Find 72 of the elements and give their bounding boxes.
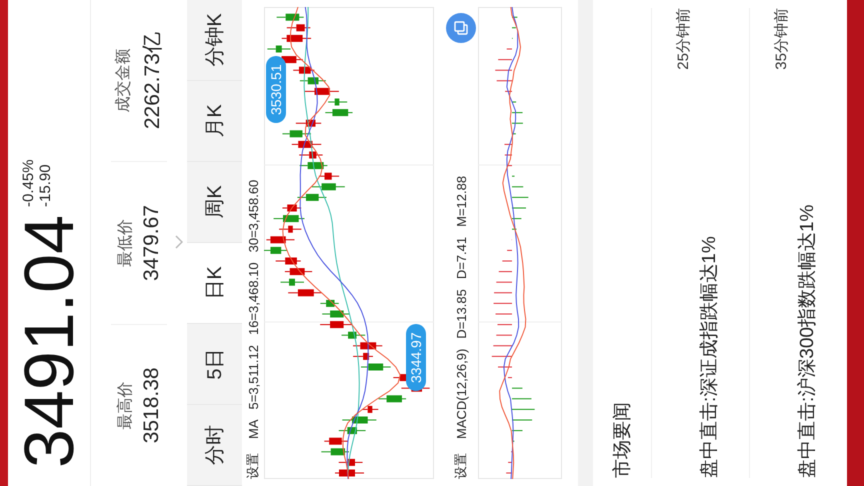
- stat-label: 最低价: [116, 219, 134, 268]
- candlestick: [299, 162, 328, 170]
- candlestick: [338, 458, 364, 466]
- candlestick: [318, 172, 340, 180]
- candlestick: [320, 300, 340, 307]
- indicator-name: MACD(12,26,9): [454, 348, 468, 439]
- candlestick: [362, 406, 379, 413]
- macd-value: D=13.85: [454, 289, 468, 339]
- candlestick: [292, 66, 315, 74]
- candlestick: [296, 194, 327, 201]
- candlestick: [328, 98, 348, 106]
- candlestick: [320, 321, 353, 328]
- min-price-callout: 3344.97: [406, 324, 426, 391]
- candlestick: [341, 332, 366, 339]
- candlestick: [360, 364, 392, 370]
- candlestick: [352, 352, 374, 360]
- section-title: 市场要闻: [611, 401, 634, 478]
- candlestick: [273, 215, 305, 222]
- ma-value: 16=3,468.10: [246, 262, 260, 336]
- news-title: 盘中直击:沪深300指数跌幅达1%: [796, 204, 819, 478]
- stat-value: 3479.67: [140, 205, 164, 281]
- candlestick: [275, 258, 302, 264]
- candlestick: [291, 140, 322, 148]
- candlestick: [264, 246, 288, 254]
- settings-link[interactable]: 设置: [244, 453, 262, 479]
- candlestick: [281, 34, 312, 42]
- macd-value: D=7.41: [454, 236, 468, 280]
- candlestick: [324, 438, 348, 445]
- macd-value: M=12.88: [454, 176, 468, 227]
- candlestick: [278, 226, 302, 233]
- candlestick: [284, 268, 313, 276]
- candlestick: [266, 46, 292, 52]
- stat-label: 最高价: [116, 381, 134, 430]
- candlestick: [282, 130, 312, 138]
- candlestick: [276, 14, 304, 21]
- news-time: 25分钟前: [674, 8, 693, 70]
- candlestick: [266, 236, 295, 244]
- overlapping-squares-button[interactable]: [446, 13, 476, 43]
- news-time: 35分钟前: [772, 8, 791, 70]
- stat-value: 3518.38: [140, 367, 164, 444]
- max-price-callout: 3530.51: [266, 56, 286, 123]
- candlestick: [342, 416, 377, 424]
- candlestick: [338, 427, 366, 434]
- candlestick: [352, 342, 383, 350]
- news-item[interactable]: 盘中直击:深证成指跌幅达1% 25分钟前: [651, 8, 749, 478]
- change-value: -15.90: [37, 163, 54, 207]
- candlestick: [295, 120, 322, 127]
- candlestick: [378, 395, 407, 402]
- candlestick: [304, 88, 340, 95]
- indicator-name: MA: [246, 420, 260, 439]
- period-tab[interactable]: 日K: [187, 243, 242, 324]
- ma-value: 30=3,458.60: [246, 180, 260, 252]
- candlestick: [299, 77, 326, 84]
- ma-value: 5=3,511.12: [246, 345, 260, 410]
- candlestick: [324, 109, 354, 116]
- settings-link[interactable]: 设置: [452, 453, 470, 479]
- stat-label: 成交金额: [114, 48, 132, 113]
- candlestick: [298, 152, 324, 158]
- change-percent: -0.45%: [20, 159, 37, 207]
- candlestick: [334, 470, 364, 476]
- candlestick: [286, 24, 311, 32]
- candlestick: [322, 310, 350, 318]
- candlestick: [288, 289, 322, 296]
- candlestick: [282, 204, 302, 212]
- candlestick: [320, 448, 350, 456]
- chevron-down-icon[interactable]: [175, 235, 183, 249]
- candlestick: [311, 183, 346, 190]
- news-title: 盘中直击:深证成指跌幅达1%: [698, 236, 721, 478]
- index-price: 3491.04: [14, 214, 84, 468]
- stat-value: 2262.73亿: [140, 32, 164, 130]
- candlestick: [280, 278, 304, 286]
- overlapping-squares-icon: [453, 20, 469, 36]
